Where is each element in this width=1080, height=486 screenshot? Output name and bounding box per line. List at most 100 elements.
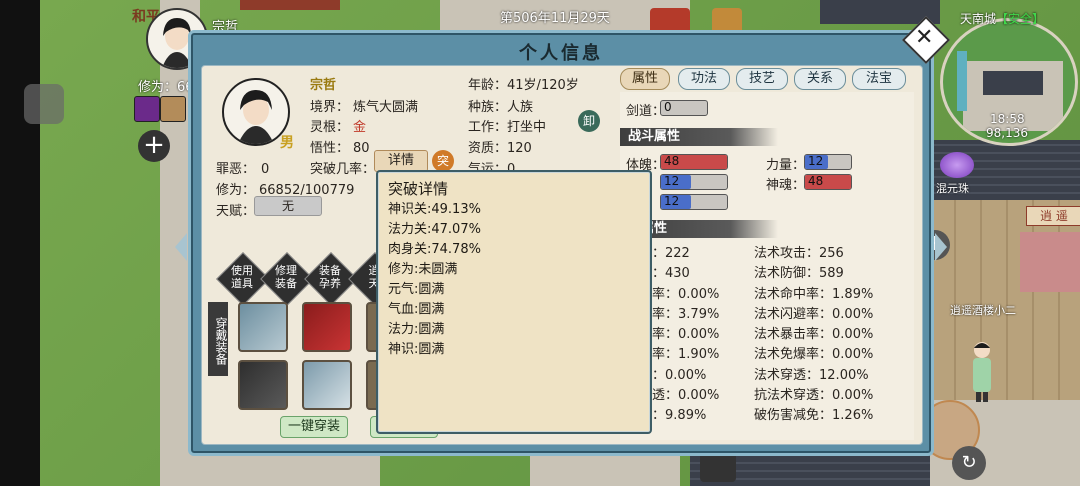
attributes-pane: 剑道： 0 战斗属性 体魄： 48 力量： 12 12 神魂： 48 12 细属…	[620, 92, 914, 440]
race-label: 种族：	[468, 100, 508, 115]
stats-right-column: 法术攻击：256 法术防御：589 法术命中率：1.89% 法术闪避率：0.00% 法术…	[754, 244, 914, 427]
age-value: 41岁/120岁	[507, 78, 579, 93]
popup-line: 气血:圆满	[388, 302, 445, 317]
popup-line: 神识关:49.13%	[388, 202, 481, 217]
action-label: 修理 装备	[275, 264, 297, 290]
detail-button[interactable]: 详情	[374, 150, 428, 172]
soul-label: 神魂：	[766, 178, 806, 193]
character-name: 宗哲	[310, 78, 337, 93]
aptitude-row: 资质：120	[468, 137, 532, 156]
stat-row: 法术攻击：256	[754, 244, 914, 264]
breakthrough-button[interactable]: 突	[432, 150, 454, 172]
buff-icon[interactable]	[134, 96, 160, 122]
popup-lines: 神识关:49.13% 法力关:47.07% 肉身关:74.78% 修为:未圆满 元气:圆…	[378, 200, 650, 360]
tab-treasures[interactable]: 法宝	[852, 68, 906, 90]
realm-row: 境界： 炼气大圆满	[310, 96, 418, 115]
tab-attributes[interactable]: 属性	[620, 68, 670, 90]
work-label: 工作：	[468, 120, 508, 135]
stat-value: 1.90%	[678, 347, 720, 363]
stat-value: 9.89%	[665, 408, 707, 424]
insight-row: 悟性： 80	[310, 137, 370, 156]
attribute-value: 12	[664, 194, 680, 208]
popup-line: 神识:圆满	[388, 342, 445, 357]
stat-value: 0.00%	[832, 327, 874, 343]
orb-icon[interactable]	[940, 152, 974, 178]
game-date: 第506年11月29天	[500, 11, 610, 26]
panel-title: 个人信息	[519, 43, 603, 64]
unequip-button[interactable]: 卸	[578, 110, 600, 132]
insight-value: 80	[353, 141, 370, 156]
sword-value: 0	[664, 100, 672, 114]
add-icon[interactable]: +	[138, 130, 170, 162]
stat-label: 法术免爆率：	[754, 347, 833, 363]
npc-character[interactable]	[968, 340, 996, 404]
popup-line: 法力关:47.07%	[388, 222, 481, 237]
stat-value: 222	[665, 246, 690, 261]
breakthrough-detail-popup: 突破详情 神识关:49.13% 法力关:47.07% 肉身关:74.78% 修为:未圆…	[376, 170, 652, 434]
strength-label: 力量：	[766, 158, 806, 173]
aptitude-value: 120	[507, 141, 532, 156]
stat-value: 0.00%	[678, 327, 720, 343]
stat-label: 破伤害减免：	[754, 408, 833, 424]
soul-bar: 48	[804, 174, 852, 190]
soul-value: 48	[808, 174, 824, 188]
stat-value: 0.00%	[832, 388, 874, 404]
aptitude-label: 资质：	[468, 141, 508, 156]
action-label: 使用 道具	[231, 264, 253, 290]
tab-relations[interactable]: 关系	[794, 68, 846, 90]
gender: 男	[280, 135, 294, 151]
location-name: 天南城【安全】	[960, 10, 1044, 27]
stat-row: 法术暴击率：0.00%	[754, 325, 914, 345]
stat-label: 法术攻击：	[754, 246, 820, 261]
tab-bar: 属性 功法 技艺 关系 法宝	[618, 66, 914, 90]
tab-skills[interactable]: 技艺	[736, 68, 788, 90]
prev-arrow-icon[interactable]	[175, 233, 187, 261]
combat-section-title: 战斗属性	[620, 128, 778, 146]
use-item-action[interactable]: 使用 道具	[216, 252, 270, 306]
stat-row: 法术免爆率：0.00%	[754, 345, 914, 365]
map-coords: 98,136	[986, 126, 1028, 140]
refresh-icon[interactable]: ↻	[952, 446, 986, 480]
weapon-slot[interactable]	[302, 302, 352, 352]
physique-bar: 48	[660, 154, 728, 170]
stat-value: 0.00%	[678, 388, 720, 404]
realm-label: 境界：	[310, 100, 350, 115]
stat-value: 0.00%	[665, 367, 707, 383]
attribute-bar: 12	[660, 194, 728, 210]
stat-label: 法术命中率：	[754, 286, 833, 302]
stat-row: 法术穿透：12.00%	[754, 366, 914, 386]
stat-value: 1.26%	[832, 408, 874, 424]
nurture-equip-action[interactable]: 装备 孕养	[304, 252, 358, 306]
one-click-equip-button[interactable]: 一键穿装	[280, 416, 348, 438]
work-row: 工作：打坐中	[468, 116, 546, 135]
stat-label: 抗法术穿透：	[754, 388, 833, 404]
repair-equip-action[interactable]: 修理 装备	[260, 252, 314, 306]
tab-techniques[interactable]: 功法	[678, 68, 730, 90]
stat-value: 589	[819, 266, 844, 282]
spirit-root-label: 灵根：	[310, 120, 350, 135]
next-arrow-icon[interactable]	[935, 233, 947, 261]
talent-value[interactable]: 无	[254, 196, 322, 216]
strength-bar: 12	[804, 154, 852, 170]
physique-value: 48	[664, 154, 680, 168]
stat-value: 0.00%	[832, 347, 874, 363]
stat-value: 0.00%	[678, 286, 720, 302]
assistant-icon[interactable]	[24, 84, 64, 124]
age-label: 年龄：	[468, 78, 508, 93]
armor-slot[interactable]	[238, 302, 288, 352]
popup-line: 肉身关:74.78%	[388, 242, 481, 257]
stat-label: 法术暴击率：	[754, 327, 833, 343]
safe-tag: 【安全】	[996, 12, 1045, 26]
location-text: 天南城	[960, 12, 997, 26]
npc-name: 逍遥酒楼小二	[950, 304, 1016, 317]
talent-label: 天赋：	[216, 204, 256, 219]
buff-icon[interactable]	[160, 96, 186, 122]
belt-slot[interactable]	[238, 360, 288, 410]
screen-edge	[0, 0, 40, 486]
stat-value: 12.00%	[819, 367, 869, 383]
popup-title: 突破详情	[388, 180, 449, 198]
stat-row: 法术防御：589	[754, 264, 914, 284]
helmet-slot[interactable]	[302, 360, 352, 410]
race-row: 种族：人族	[468, 96, 533, 115]
stat-value: 3.79%	[678, 306, 720, 322]
